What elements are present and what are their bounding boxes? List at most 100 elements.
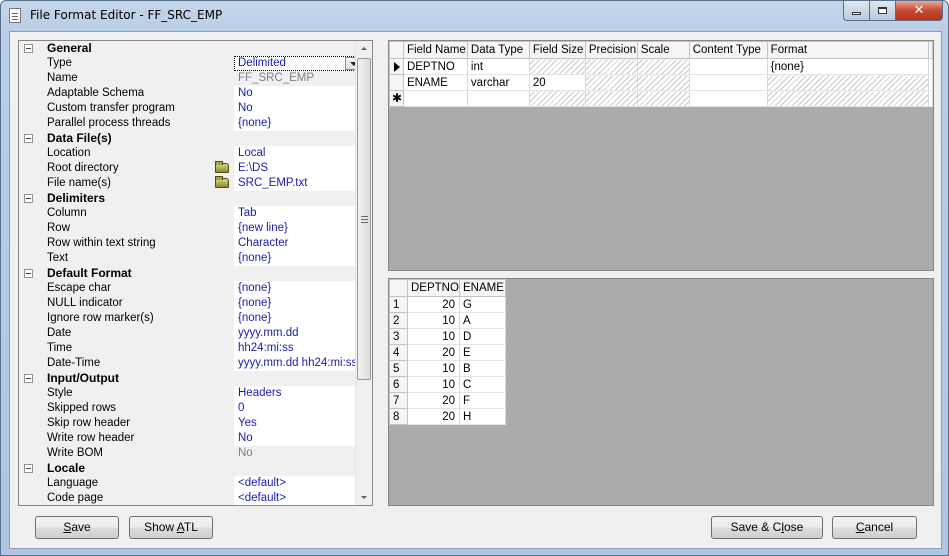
property-value[interactable]: yyyy.mm.dd hh24:mi:ss [234,356,362,371]
property-row-write-bom[interactable]: Write BOM No [19,446,372,461]
cell-scale[interactable] [636,58,690,75]
property-value[interactable]: Local [234,146,362,161]
folder-open-icon[interactable] [215,176,229,188]
property-row-root-directory[interactable]: Root directory E:\DS [19,161,372,176]
preview-row[interactable]: 3 10 D [389,328,506,345]
property-row-column[interactable]: Column Tab [19,206,372,221]
scroll-up-arrow-icon[interactable] [356,41,372,57]
property-row-style[interactable]: Style Headers [19,386,372,401]
row-header[interactable] [389,74,404,91]
cell-ename[interactable]: E [459,344,506,361]
collapse-toggle-icon[interactable] [24,374,33,383]
schema-row[interactable]: DEPTNO int {none} [389,58,933,75]
cell-deptno[interactable]: 20 [407,344,460,361]
close-button[interactable]: ✕ [896,1,943,21]
collapse-toggle-icon[interactable] [24,269,33,278]
collapse-toggle-icon[interactable] [24,134,33,143]
property-row-write-row-header[interactable]: Write row header No [19,431,372,446]
row-header[interactable] [389,58,404,75]
property-value[interactable]: yyyy.mm.dd [234,326,362,341]
cell-field-name[interactable]: ENAME [402,74,468,91]
property-value[interactable]: hh24:mi:ss [234,341,362,356]
property-value[interactable]: 0 [234,401,362,416]
property-row-type[interactable]: Type Delimited [19,56,372,71]
property-row-text[interactable]: Text {none} [19,251,372,266]
property-value[interactable]: E:\DS [234,161,362,176]
preview-row[interactable]: 5 10 B [389,360,506,377]
property-row-row[interactable]: Row {new line} [19,221,372,236]
type-dropdown[interactable]: Delimited [234,56,362,71]
cell-ename[interactable]: C [459,376,506,393]
schema-row[interactable]: ✱ [389,90,933,107]
column-header-content-type[interactable]: Content Type [688,41,768,59]
property-row-skipped-rows[interactable]: Skipped rows 0 [19,401,372,416]
property-row-escape-char[interactable]: Escape char {none} [19,281,372,296]
property-row-time[interactable]: Time hh24:mi:ss [19,341,372,356]
property-row-parallel-process-threads[interactable]: Parallel process threads {none} [19,116,372,131]
cell-ename[interactable]: A [459,312,506,329]
cell-scale[interactable] [636,90,690,107]
property-value[interactable]: No [234,101,362,116]
property-value[interactable]: {none} [234,281,362,296]
property-value[interactable]: No [234,431,362,446]
cell-precision[interactable] [584,58,638,75]
row-header[interactable]: ✱ [389,90,404,107]
cell-field-name[interactable]: DEPTNO [402,58,468,75]
column-header-precision[interactable]: Precision [584,41,638,59]
cell-format[interactable] [766,74,930,91]
cell-field-size[interactable] [528,58,586,75]
property-row-date[interactable]: Date yyyy.mm.dd [19,326,372,341]
preview-header-ename[interactable]: ENAME [459,279,506,297]
cell-deptno[interactable]: 10 [407,376,460,393]
column-header-field-size[interactable]: Field Size [528,41,586,59]
preview-row[interactable]: 7 20 F [389,392,506,409]
cell-format[interactable]: {none} [766,58,930,75]
cell-data-type[interactable]: int [466,58,530,75]
preview-row[interactable]: 6 10 C [389,376,506,393]
scroll-down-arrow-icon[interactable] [356,489,372,505]
cell-ename[interactable]: D [459,328,506,345]
save-and-close-button[interactable]: Save & Close [711,516,823,539]
save-button[interactable]: Save [35,516,119,539]
cell-content-type[interactable] [688,90,768,107]
property-value[interactable]: {new line} [234,221,362,236]
property-row-adaptable-schema[interactable]: Adaptable Schema No [19,86,372,101]
collapse-toggle-icon[interactable] [24,44,33,53]
cell-ename[interactable]: B [459,360,506,377]
preview-row[interactable]: 4 20 E [389,344,506,361]
property-value[interactable]: Headers [234,386,362,401]
cell-precision[interactable] [584,74,638,91]
cell-data-type[interactable] [466,90,530,107]
column-header-format[interactable]: Format [766,41,930,59]
cell-deptno[interactable]: 20 [407,408,460,425]
collapse-toggle-icon[interactable] [24,464,33,473]
property-grid-scrollbar[interactable] [355,41,372,505]
cell-content-type[interactable] [688,58,768,75]
minimize-button[interactable] [843,1,870,21]
cell-deptno[interactable]: 10 [407,312,460,329]
property-value[interactable]: {none} [234,311,362,326]
preview-header-deptno[interactable]: DEPTNO [407,279,460,297]
property-value[interactable]: {none} [234,251,362,266]
folder-open-icon[interactable] [215,161,229,173]
cell-deptno[interactable]: 20 [407,296,460,313]
cell-ename[interactable]: F [459,392,506,409]
cell-deptno[interactable]: 20 [407,392,460,409]
cell-precision[interactable] [584,90,638,107]
cell-field-name[interactable] [402,90,468,107]
preview-row[interactable]: 2 10 A [389,312,506,329]
property-row-custom-transfer-program[interactable]: Custom transfer program No [19,101,372,116]
cell-field-size[interactable] [528,90,586,107]
cell-ename[interactable]: G [459,296,506,313]
column-header-data-type[interactable]: Data Type [466,41,530,59]
preview-row[interactable]: 8 20 H [389,408,506,425]
schema-row[interactable]: ENAME varchar 20 [389,74,933,91]
show-atl-button[interactable]: Show ATL [129,516,213,539]
property-value[interactable]: No [234,86,362,101]
maximize-button[interactable] [870,1,896,21]
cell-deptno[interactable]: 10 [407,360,460,377]
cancel-button[interactable]: Cancel [832,516,917,539]
cell-data-type[interactable]: varchar [466,74,530,91]
column-header-scale[interactable]: Scale [636,41,690,59]
cell-deptno[interactable]: 10 [407,328,460,345]
